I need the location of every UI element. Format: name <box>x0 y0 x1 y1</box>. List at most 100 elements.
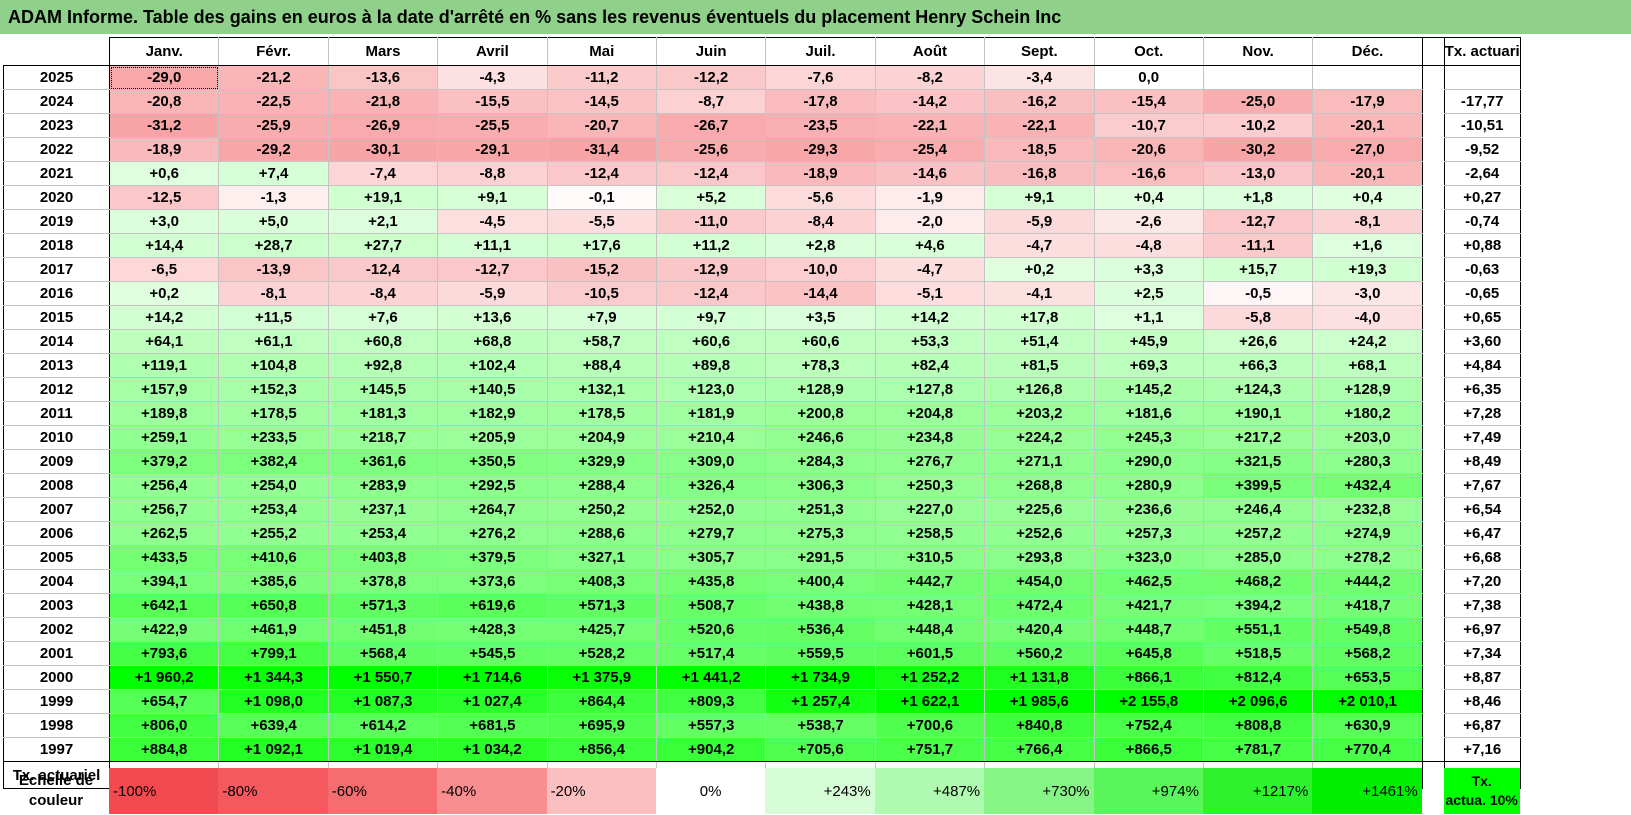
gain-cell[interactable]: +276,2 <box>437 521 548 546</box>
gain-cell[interactable]: +0,4 <box>1093 185 1204 210</box>
year-cell[interactable]: 2002 <box>3 617 110 642</box>
gain-cell[interactable]: -20,1 <box>1312 113 1423 138</box>
year-cell[interactable]: 2010 <box>3 425 110 450</box>
rate-cell[interactable]: +7,49 <box>1443 425 1521 450</box>
gain-cell[interactable]: +448,4 <box>874 617 986 642</box>
gain-cell[interactable]: +276,7 <box>874 449 986 474</box>
gain-cell[interactable]: +181,6 <box>1093 401 1204 426</box>
year-cell[interactable]: 2024 <box>3 89 110 114</box>
gain-cell[interactable]: +200,8 <box>765 401 876 426</box>
gain-cell[interactable]: -8,1 <box>218 281 329 306</box>
gain-cell[interactable]: +1 714,6 <box>437 665 548 690</box>
gain-cell[interactable]: -4,0 <box>1312 305 1423 330</box>
gain-cell[interactable]: +264,7 <box>437 497 548 522</box>
rate-cell[interactable]: -0,63 <box>1443 257 1521 282</box>
gain-cell[interactable]: +45,9 <box>1093 329 1204 354</box>
gain-cell[interactable]: -14,4 <box>765 281 876 306</box>
rate-cell[interactable]: +4,84 <box>1443 353 1521 378</box>
gain-cell[interactable]: -1,3 <box>218 185 329 210</box>
gain-cell[interactable]: -16,6 <box>1093 161 1204 186</box>
gain-cell[interactable]: -8,4 <box>327 281 439 306</box>
gain-cell[interactable]: -18,9 <box>765 161 876 186</box>
rate-cell[interactable]: -0,65 <box>1443 281 1521 306</box>
gain-cell[interactable]: +557,3 <box>655 713 767 738</box>
gain-cell[interactable]: -26,9 <box>327 113 439 138</box>
gain-cell[interactable]: +291,5 <box>765 545 876 570</box>
gain-cell[interactable]: +217,2 <box>1202 425 1314 450</box>
year-cell[interactable]: 2001 <box>3 641 110 666</box>
year-cell[interactable]: 2012 <box>3 377 110 402</box>
gain-cell[interactable]: +15,7 <box>1202 257 1314 282</box>
gain-cell[interactable]: +438,8 <box>765 593 876 618</box>
gain-cell[interactable]: +1,6 <box>1312 233 1423 258</box>
gain-cell[interactable]: +410,6 <box>218 545 329 570</box>
gain-cell[interactable]: +182,9 <box>437 401 548 426</box>
gain-cell[interactable]: +283,9 <box>327 473 439 498</box>
gain-cell[interactable]: +218,7 <box>327 425 439 450</box>
gain-cell[interactable]: +614,2 <box>327 713 439 738</box>
gain-cell[interactable]: -5,9 <box>437 281 548 306</box>
gain-cell[interactable]: -18,5 <box>984 137 1095 162</box>
rate-cell[interactable]: -17,77 <box>1443 89 1521 114</box>
gain-cell[interactable]: +309,0 <box>655 449 767 474</box>
gain-cell[interactable]: +278,2 <box>1312 545 1423 570</box>
gain-cell[interactable]: +468,2 <box>1202 569 1314 594</box>
gain-cell[interactable]: +472,4 <box>984 593 1095 618</box>
gain-cell[interactable]: -13,0 <box>1202 161 1314 186</box>
gain-cell[interactable]: +454,0 <box>984 569 1095 594</box>
gain-cell[interactable]: +9,1 <box>437 185 548 210</box>
gain-cell[interactable]: +9,1 <box>984 185 1095 210</box>
rate-cell[interactable]: +7,16 <box>1443 737 1521 762</box>
gain-cell[interactable]: +7,4 <box>218 161 329 186</box>
gain-cell[interactable]: +254,0 <box>218 473 329 498</box>
gain-cell[interactable]: +400,4 <box>765 569 876 594</box>
gain-cell[interactable]: +227,0 <box>874 497 986 522</box>
gain-cell[interactable]: +420,4 <box>984 617 1095 642</box>
gain-cell[interactable]: -5,9 <box>984 209 1095 234</box>
year-cell[interactable]: 2018 <box>3 233 110 258</box>
gain-cell[interactable]: +812,4 <box>1202 665 1314 690</box>
rate-cell[interactable]: -9,52 <box>1443 137 1521 162</box>
gain-cell[interactable]: +1 344,3 <box>218 665 329 690</box>
gain-cell[interactable]: +840,8 <box>984 713 1095 738</box>
year-cell[interactable]: 2014 <box>3 329 110 354</box>
gain-cell[interactable]: -30,1 <box>327 137 439 162</box>
gain-cell[interactable]: -29,2 <box>218 137 329 162</box>
gain-cell[interactable]: +326,4 <box>655 473 767 498</box>
gain-cell[interactable]: -5,1 <box>874 281 986 306</box>
gain-cell[interactable]: +256,7 <box>108 497 220 522</box>
gain-cell[interactable]: +442,7 <box>874 569 986 594</box>
gain-cell[interactable]: -10,7 <box>1093 113 1204 138</box>
rate-cell[interactable]: +7,34 <box>1443 641 1521 666</box>
gain-cell[interactable]: -17,9 <box>1312 89 1423 114</box>
gain-cell[interactable]: +14,4 <box>108 233 220 258</box>
gain-cell[interactable]: +451,8 <box>327 617 439 642</box>
gain-cell[interactable]: +394,1 <box>108 569 220 594</box>
gain-cell[interactable]: +89,8 <box>655 353 767 378</box>
gain-cell[interactable]: +258,5 <box>874 521 986 546</box>
gain-cell[interactable]: +306,3 <box>765 473 876 498</box>
gain-cell[interactable]: +246,6 <box>765 425 876 450</box>
gain-cell[interactable]: +26,6 <box>1202 329 1314 354</box>
gain-cell[interactable]: +181,3 <box>327 401 439 426</box>
gain-cell[interactable]: +568,4 <box>327 641 439 666</box>
gain-cell[interactable]: +1 257,4 <box>765 689 876 714</box>
gain-cell[interactable]: +279,7 <box>655 521 767 546</box>
gain-cell[interactable]: +808,8 <box>1202 713 1314 738</box>
gain-cell[interactable]: +17,8 <box>984 305 1095 330</box>
gain-cell[interactable]: -0,5 <box>1202 281 1314 306</box>
gain-cell[interactable]: +408,3 <box>546 569 657 594</box>
gain-cell[interactable]: +104,8 <box>218 353 329 378</box>
gain-cell[interactable]: +253,4 <box>218 497 329 522</box>
gain-cell[interactable]: +7,6 <box>327 305 439 330</box>
year-cell[interactable]: 2007 <box>3 497 110 522</box>
rate-cell[interactable]: +6,35 <box>1443 377 1521 402</box>
gain-cell[interactable]: +292,5 <box>437 473 548 498</box>
gain-cell[interactable]: +255,2 <box>218 521 329 546</box>
gain-cell[interactable]: +695,9 <box>546 713 657 738</box>
gain-cell[interactable]: -31,4 <box>546 137 657 162</box>
rate-cell[interactable]: +6,87 <box>1443 713 1521 738</box>
gain-cell[interactable]: -25,9 <box>218 113 329 138</box>
gain-cell[interactable]: +421,7 <box>1093 593 1204 618</box>
year-cell[interactable]: 2017 <box>3 257 110 282</box>
